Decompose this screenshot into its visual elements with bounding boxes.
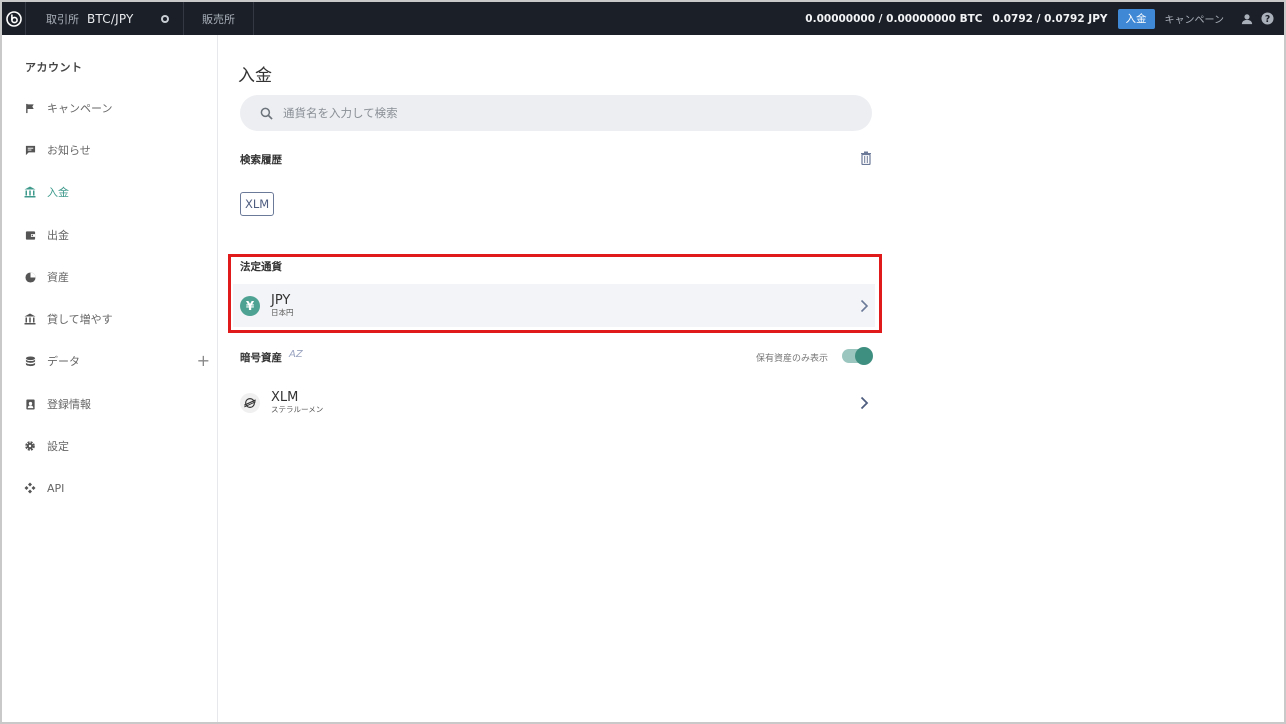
sidebar-item-label: 設定 <box>47 440 69 453</box>
sidebar-item-withdraw[interactable]: 出金 <box>24 225 210 245</box>
sidebar-item-deposit[interactable]: 入金 <box>24 182 210 202</box>
chevron-right-icon <box>860 299 869 312</box>
search-history-label: 検索履歴 <box>240 154 282 166</box>
search-input[interactable] <box>283 106 843 120</box>
message-icon <box>24 144 36 156</box>
trash-icon[interactable] <box>860 151 872 165</box>
asset-row-jpy[interactable]: ¥ JPY 日本円 <box>233 284 875 327</box>
sort-az-icon[interactable]: AZ <box>289 349 303 360</box>
sidebar-item-label: データ <box>47 355 80 368</box>
sidebar-item-label: 登録情報 <box>47 398 91 411</box>
sidebar-item-label: 出金 <box>47 229 69 242</box>
sidebar-item-news[interactable]: お知らせ <box>24 140 210 160</box>
help-icon[interactable]: ? <box>1260 12 1274 26</box>
asset-name: 日本円 <box>271 308 294 317</box>
search-icon <box>260 106 274 120</box>
asset-text: JPY 日本円 <box>271 293 294 318</box>
sidebar-item-label: 貸して増やす <box>47 313 113 326</box>
gear-icon <box>24 440 36 452</box>
deposit-button[interactable]: 入金 <box>1117 8 1155 29</box>
asset-row-xlm[interactable]: XLM ステラルーメン <box>233 381 875 424</box>
id-card-icon <box>24 398 36 410</box>
stellar-coin-icon <box>240 392 260 413</box>
top-bar: 取引所 BTC/JPY 販売所 0.00000000 / 0.00000000 … <box>2 2 1284 35</box>
sidebar-item-label: お知らせ <box>47 144 91 157</box>
user-icon[interactable] <box>1240 12 1254 26</box>
sidebar-item-assets[interactable]: 資産 <box>24 267 210 287</box>
sales-tab[interactable]: 販売所 <box>184 2 254 35</box>
pair-settings-icon[interactable] <box>161 14 169 23</box>
holdings-only-toggle[interactable] <box>842 347 873 365</box>
sidebar-item-label: 資産 <box>47 271 69 284</box>
history-chip-xlm[interactable]: XLM <box>240 192 275 216</box>
jpy-balance: 0.0792 / 0.0792 JPY <box>992 12 1108 25</box>
campaign-link[interactable]: キャンペーン <box>1165 11 1225 26</box>
main-content: 入金 検索履歴 XLM 法定通貨 ¥ JPY 日本円 暗号資産 AZ 保有資産の… <box>219 35 1284 722</box>
sidebar-item-campaign[interactable]: キャンペーン <box>24 98 210 118</box>
app-window: 取引所 BTC/JPY 販売所 0.00000000 / 0.00000000 … <box>0 0 1286 724</box>
asset-symbol: JPY <box>271 293 291 308</box>
api-icon <box>24 482 36 494</box>
bank-icon <box>24 186 36 198</box>
logo-icon[interactable] <box>2 2 26 35</box>
expand-plus-icon[interactable]: + <box>197 353 210 369</box>
bank-icon <box>24 313 36 325</box>
sidebar-item-label: キャンペーン <box>47 102 113 115</box>
sidebar-title: アカウント <box>25 61 83 74</box>
svg-text:?: ? <box>1264 14 1269 25</box>
sidebar: アカウント キャンペーン お知らせ 入金 出金 資産 貸して増やす データ + … <box>2 35 218 722</box>
toggle-knob <box>855 347 873 365</box>
sidebar-item-data[interactable]: データ + <box>24 351 210 371</box>
asset-symbol: XLM <box>271 390 299 405</box>
fiat-label: 法定通貨 <box>240 261 282 273</box>
sidebar-item-api[interactable]: API <box>24 478 210 498</box>
database-icon <box>24 355 36 367</box>
flag-icon <box>24 102 36 114</box>
chevron-right-icon <box>860 396 869 409</box>
sidebar-item-label: API <box>47 481 65 495</box>
btc-balance: 0.00000000 / 0.00000000 BTC <box>805 12 983 25</box>
pair-label: BTC/JPY <box>87 11 134 26</box>
sidebar-item-lending[interactable]: 貸して増やす <box>24 309 210 329</box>
page-title: 入金 <box>238 66 272 86</box>
wallet-icon <box>24 229 36 241</box>
asset-name: ステラルーメン <box>271 405 324 414</box>
top-bar-right: 0.00000000 / 0.00000000 BTC 0.0792 / 0.0… <box>805 2 1284 35</box>
sidebar-item-settings[interactable]: 設定 <box>24 436 210 456</box>
yen-coin-icon: ¥ <box>240 295 260 316</box>
search-bar[interactable] <box>240 95 872 131</box>
holdings-only-label: 保有資産のみ表示 <box>756 354 829 364</box>
sidebar-item-profile[interactable]: 登録情報 <box>24 394 210 414</box>
pie-chart-icon <box>24 271 36 283</box>
exchange-pair-selector[interactable]: 取引所 BTC/JPY <box>26 2 184 35</box>
exchange-label: 取引所 <box>46 12 79 26</box>
asset-text: XLM ステラルーメン <box>271 390 323 415</box>
sidebar-item-label: 入金 <box>47 186 69 199</box>
crypto-label: 暗号資産 <box>240 352 282 364</box>
